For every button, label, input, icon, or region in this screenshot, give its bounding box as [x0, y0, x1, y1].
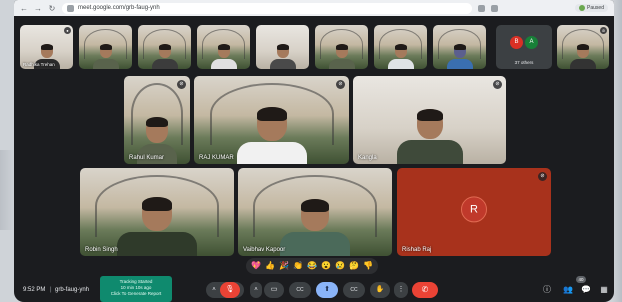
- camera-options-caret-icon[interactable]: ˄: [250, 282, 262, 298]
- clap-reaction-icon[interactable]: 👏: [293, 261, 303, 271]
- participant-tile[interactable]: ⊘ Rahul Kumar: [124, 76, 190, 164]
- participant-video: [280, 199, 350, 256]
- browser-window: ← → ↻ meet.google.com/grb-faug-ynh Pause…: [14, 0, 614, 302]
- profile-avatar: [579, 5, 586, 11]
- microphone-off-button[interactable]: 🎙: [220, 282, 240, 298]
- meeting-code: grb-faug-ynh: [55, 287, 90, 293]
- participant-name: Rahul Kumar: [129, 155, 165, 161]
- participant-tile[interactable]: Vaibhav Kapoor: [238, 168, 392, 256]
- participant-video: [396, 109, 463, 164]
- site-info-icon[interactable]: [67, 4, 74, 12]
- avatar: B: [510, 36, 523, 49]
- reload-icon[interactable]: ↻: [48, 4, 56, 13]
- participant-video: [117, 197, 197, 256]
- thumbs-down-reaction-icon[interactable]: 👎: [363, 261, 373, 271]
- others-avatars: B A: [510, 36, 538, 49]
- participant-tile[interactable]: ⊘ RAJ KUMAR: [194, 76, 349, 164]
- participant-tile[interactable]: ⊘: [557, 25, 609, 69]
- profile-chip[interactable]: Paused: [575, 4, 608, 12]
- url-text: meet.google.com/grb-faug-ynh: [78, 5, 160, 11]
- participant-tile[interactable]: ⊘ Kangla: [353, 76, 506, 164]
- participant-tile[interactable]: [197, 25, 250, 69]
- captions-button[interactable]: CC: [289, 282, 311, 298]
- back-icon[interactable]: ←: [20, 4, 28, 13]
- tracking-report-card[interactable]: Tracking Started 10 min 10s ago Click To…: [100, 276, 172, 302]
- participant-video: [328, 44, 355, 69]
- avatar: R: [461, 196, 487, 223]
- participant-tile[interactable]: [79, 25, 132, 69]
- speaking-indicator-icon: ●: [64, 27, 71, 34]
- participant-video: [269, 44, 296, 69]
- surprised-reaction-icon[interactable]: 😮: [321, 261, 331, 271]
- captions-toggle-button[interactable]: CC: [343, 282, 365, 298]
- participant-tile[interactable]: [138, 25, 191, 69]
- participant-name: Radhika Trehan: [23, 62, 55, 67]
- heart-reaction-icon[interactable]: 💖: [251, 261, 261, 271]
- forward-icon[interactable]: →: [34, 4, 42, 13]
- generate-report-link[interactable]: Click To Generate Report: [100, 291, 172, 297]
- participant-video: [570, 44, 596, 69]
- muted-mic-icon: ⊘: [538, 172, 547, 181]
- activities-icon[interactable]: ▦: [598, 284, 610, 296]
- avatar: A: [525, 36, 538, 49]
- participant-video: [236, 107, 307, 164]
- browser-toolbar: ← → ↻ meet.google.com/grb-faug-ynh Pause…: [14, 0, 614, 16]
- participant-name: Rishab Raj: [402, 247, 432, 253]
- party-reaction-icon[interactable]: 🎉: [279, 261, 289, 271]
- thumbs-up-reaction-icon[interactable]: 👍: [265, 261, 275, 271]
- muted-mic-icon: ⊘: [336, 80, 345, 89]
- participant-tile[interactable]: ● Radhika Trehan: [20, 25, 73, 69]
- mic-options-caret-icon[interactable]: ˄: [208, 282, 220, 298]
- present-screen-button[interactable]: ⬆: [316, 282, 338, 298]
- participant-name: Robin Singh: [85, 247, 118, 253]
- participant-video: [446, 44, 473, 69]
- more-options-button[interactable]: ⋮: [394, 282, 408, 298]
- muted-mic-icon: ⊘: [177, 80, 186, 89]
- camera-button[interactable]: ▭: [264, 282, 284, 298]
- participant-tile[interactable]: [433, 25, 486, 69]
- others-count-label: 37 others: [514, 60, 534, 65]
- participant-tile[interactable]: ⊘ R Rishab Raj: [397, 168, 551, 256]
- participant-tile[interactable]: Robin Singh: [80, 168, 234, 256]
- participant-video: [151, 44, 178, 69]
- screenshot-frame: ← → ↻ meet.google.com/grb-faug-ynh Pause…: [0, 0, 622, 302]
- raise-hand-button[interactable]: ✋: [370, 282, 390, 298]
- others-tile[interactable]: B A 37 others: [496, 25, 552, 69]
- chat-icon[interactable]: 💬: [580, 284, 592, 296]
- reactions-bar: 💖 👍 🎉 👏 😂 😮 😢 🤔 👎: [246, 258, 378, 274]
- participant-tile[interactable]: [315, 25, 368, 69]
- participant-name: RAJ KUMAR: [199, 155, 234, 161]
- muted-mic-icon: ⊘: [493, 80, 502, 89]
- participant-tile[interactable]: [374, 25, 427, 69]
- meeting-time: 9:52 PM: [23, 287, 46, 293]
- leave-call-button[interactable]: ✆: [412, 282, 438, 298]
- people-icon[interactable]: 👥: [562, 284, 574, 296]
- meeting-info-icon[interactable]: ⓘ: [541, 284, 553, 296]
- thinking-reaction-icon[interactable]: 🤔: [349, 261, 359, 271]
- participant-name: Kangla: [358, 155, 377, 161]
- sad-reaction-icon[interactable]: 😢: [335, 261, 345, 271]
- address-bar[interactable]: meet.google.com/grb-faug-ynh: [62, 2, 472, 14]
- people-count-badge: 40: [576, 276, 586, 283]
- participant-tile[interactable]: [256, 25, 309, 69]
- extension-icon[interactable]: [491, 4, 498, 12]
- participant-video: [210, 44, 237, 69]
- extension-icon[interactable]: [478, 4, 485, 12]
- meeting-divider: |: [50, 287, 52, 293]
- participant-name: Vaibhav Kapoor: [243, 247, 286, 253]
- muted-mic-icon: ⊘: [600, 27, 607, 34]
- profile-label: Paused: [587, 5, 604, 11]
- laugh-reaction-icon[interactable]: 😂: [307, 261, 317, 271]
- participant-video: [387, 44, 414, 69]
- participant-video: [92, 44, 119, 69]
